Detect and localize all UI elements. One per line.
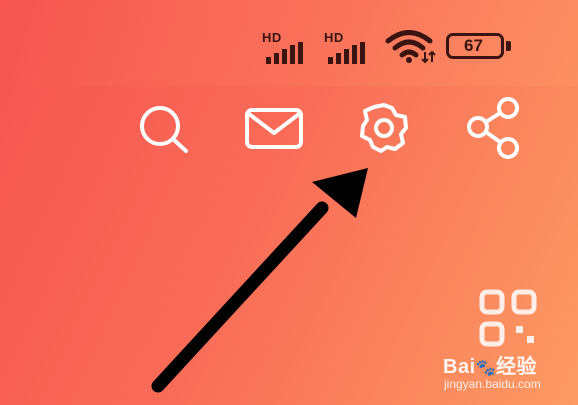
qr-code-watermark [478, 288, 542, 357]
qr-code-icon [479, 289, 537, 347]
watermark-url: jingyan.baidu.com [444, 377, 541, 391]
watermark-logo-text: Bai [443, 356, 476, 378]
watermark-logo-suffix: 经验 [496, 356, 538, 378]
paw-icon: 🐾 [475, 360, 497, 377]
watermark-logo: Bai🐾经验 [443, 350, 537, 379]
